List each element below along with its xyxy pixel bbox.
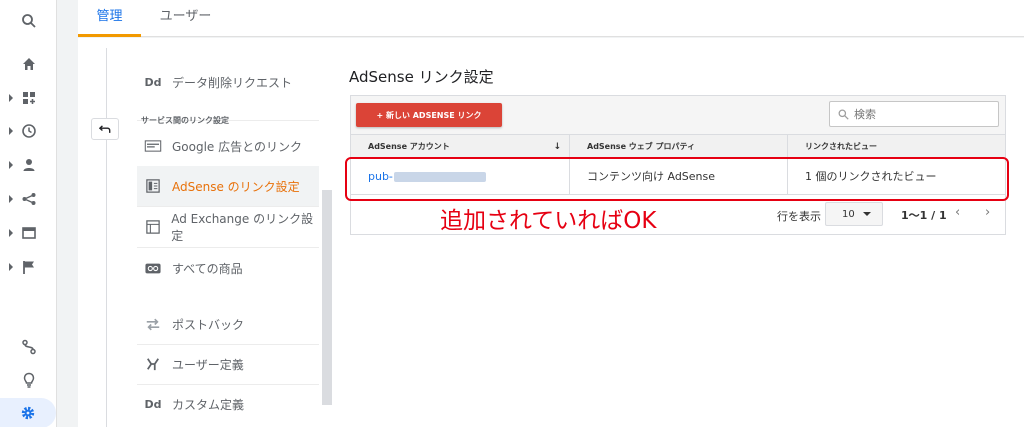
ad-exchange-link-icon (143, 219, 162, 235)
rows-per-page-label: 行を表示 (777, 210, 821, 223)
search-icon (838, 109, 849, 120)
table-header-row: AdSense アカウント ↓ AdSense ウェブ プロパティ リンクされた… (351, 135, 1005, 159)
column-header-account[interactable]: AdSense アカウント ↓ (351, 135, 570, 159)
menu-scrollbar[interactable] (322, 190, 332, 405)
menu-item-label: すべての商品 (172, 261, 243, 276)
menu-item-label: ユーザー定義 (172, 357, 244, 372)
menu-item-custom-definitions[interactable]: Dd カスタム定義 (137, 384, 319, 424)
tab-admin[interactable]: 管理 (78, 0, 141, 37)
menu-item-data-deletion[interactable]: Dd データ削除リクエスト (137, 62, 319, 102)
dd-icon: Dd (144, 397, 162, 411)
prev-page-icon[interactable]: ‹ (955, 205, 960, 220)
menu-item-label: ポストバック (172, 317, 245, 332)
audience-icon[interactable] (0, 150, 57, 180)
conversions-icon[interactable] (0, 252, 57, 282)
menu-item-user-definitions[interactable]: ユーザー定義 (137, 344, 319, 384)
dropdown-arrow-icon (862, 212, 871, 216)
menu-item-label: データ削除リクエスト (172, 75, 293, 90)
annotation-text: 追加されていればOK (440, 208, 657, 234)
collapse-back-button[interactable] (91, 118, 119, 140)
search-input[interactable]: 検索 (829, 101, 999, 127)
admin-gear-icon[interactable] (0, 398, 56, 427)
back-arrow-icon (99, 124, 111, 133)
rows-per-page-select[interactable]: 10 (825, 202, 883, 226)
menu-item-postback[interactable]: ポストバック (137, 304, 319, 344)
google-ads-link-icon (143, 138, 163, 154)
user-definitions-icon (143, 356, 163, 372)
search-icon[interactable] (0, 6, 57, 36)
menu-item-label: カスタム定義 (172, 397, 245, 412)
all-products-icon (143, 260, 163, 276)
menu-item-label: Google 広告とのリンク (172, 139, 303, 154)
behavior-icon[interactable] (0, 218, 57, 248)
column-header-label: AdSense アカウント (368, 142, 450, 151)
menu-item-label: AdSense のリンク設定 (172, 179, 300, 194)
left-nav-rail (0, 0, 57, 427)
page-title: AdSense リンク設定 (349, 68, 494, 86)
postback-icon (143, 316, 163, 332)
column-divider (106, 48, 107, 427)
customization-icon[interactable] (0, 83, 57, 113)
tab-user[interactable]: ユーザー (141, 0, 230, 37)
menu-item-all-products[interactable]: すべての商品 (137, 248, 319, 288)
menu-item-adsense-link[interactable]: AdSense のリンク設定 (137, 166, 319, 206)
sort-down-icon: ↓ (553, 142, 561, 152)
new-adsense-link-button[interactable]: + 新しい ADSENSE リンク (356, 103, 502, 127)
next-page-icon[interactable]: › (985, 205, 990, 220)
discover-icon[interactable] (0, 365, 57, 395)
highlight-box (345, 157, 1009, 201)
realtime-icon[interactable] (0, 116, 57, 146)
section-title-product-linking: サービス間のリンク設定 (141, 116, 229, 125)
column-header-property[interactable]: AdSense ウェブ プロパティ (570, 135, 788, 159)
pagination-range: 1〜1 / 1 (901, 209, 947, 222)
rows-per-page-value: 10 (842, 208, 855, 220)
menu-item-ad-exchange-link[interactable]: Ad Exchange のリンク設定 (137, 207, 319, 247)
dd-icon: Dd (144, 75, 162, 89)
acquisition-icon[interactable] (0, 184, 57, 214)
menu-item-label: Ad Exchange のリンク設定 (171, 212, 314, 243)
search-placeholder: 検索 (854, 108, 876, 121)
admin-tab-bar: 管理 ユーザー (78, 0, 1024, 37)
adsense-link-icon (143, 178, 163, 194)
menu-item-google-ads-link[interactable]: Google 広告とのリンク (137, 126, 319, 166)
attribution-icon[interactable] (0, 332, 57, 362)
home-icon[interactable] (0, 49, 57, 79)
column-header-linked-views[interactable]: リンクされたビュー (788, 135, 1005, 159)
